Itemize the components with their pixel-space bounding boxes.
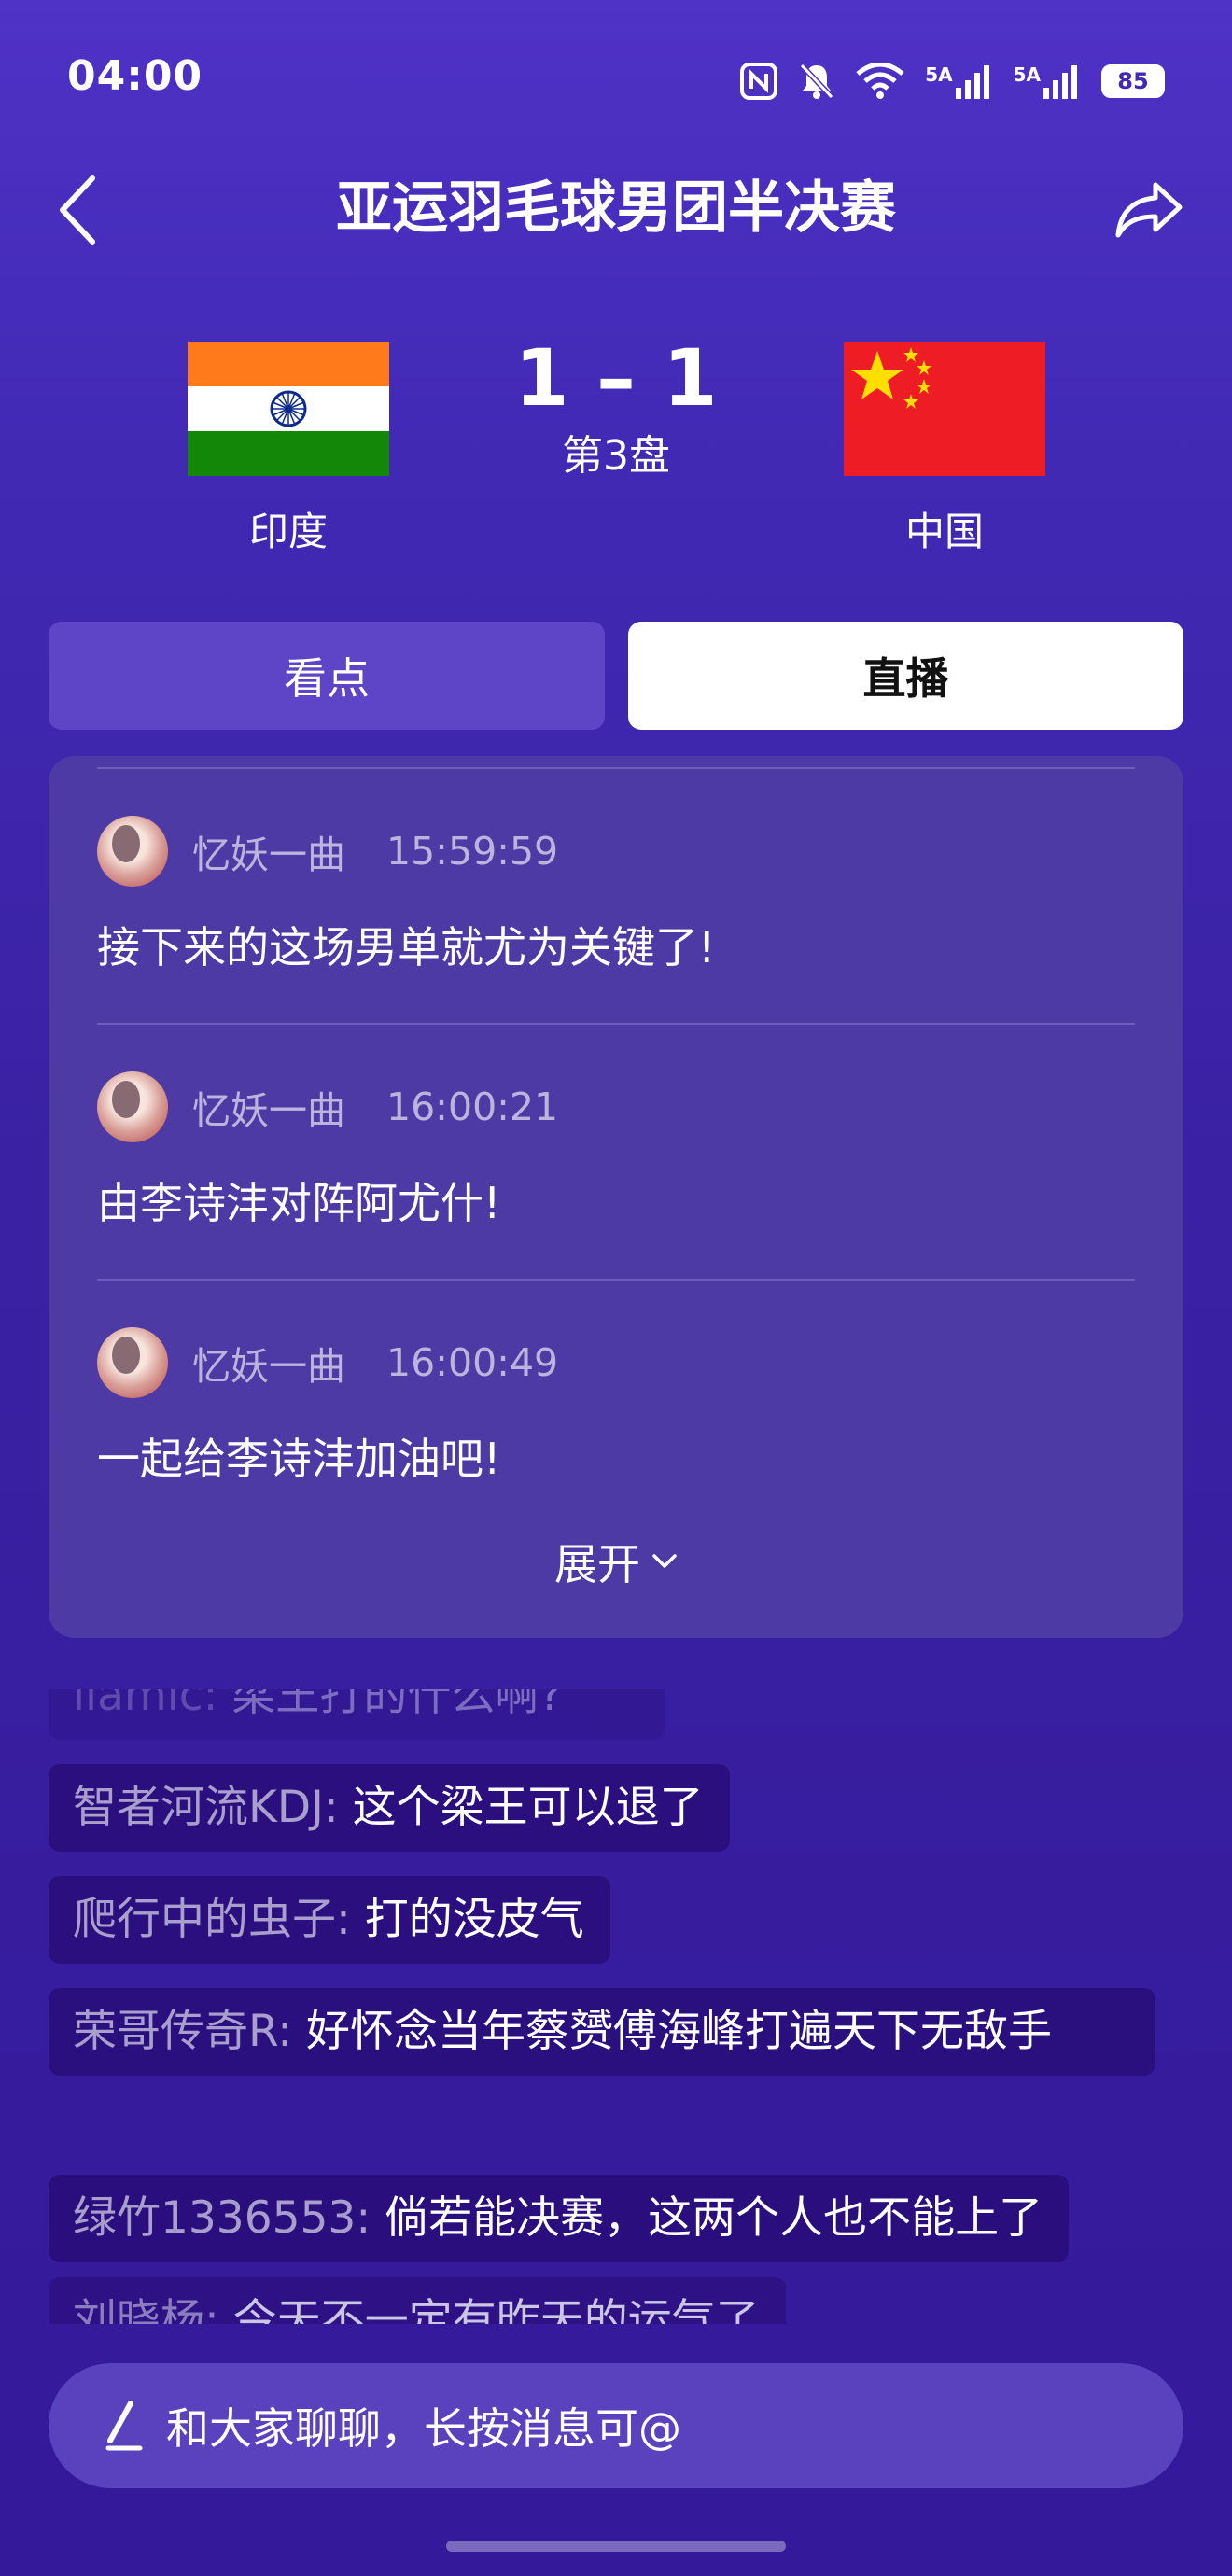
live-message[interactable]: 忆妖一曲 16:00:49 一起给李诗沣加油吧!	[97, 1325, 1135, 1485]
chevron-down-icon	[652, 1554, 677, 1568]
wifi-icon	[856, 63, 904, 99]
comment-item[interactable]: 智者河流KDJ: 这个梁王可以退了	[49, 1764, 730, 1852]
comment-text: 这个梁王可以退了	[352, 1782, 704, 1833]
signal-bars-icon	[955, 65, 989, 99]
live-message[interactable]: 忆妖一曲 15:59:59 接下来的这场男单就尤为关键了!	[97, 814, 1135, 973]
tab-highlights[interactable]: 看点	[49, 622, 605, 730]
avatar[interactable]	[97, 1327, 168, 1398]
india-flag	[188, 342, 389, 476]
team-right-name: 中国	[904, 509, 984, 554]
tab-live[interactable]: 直播	[628, 622, 1183, 730]
live-message[interactable]: 忆妖一曲 16:00:21 由李诗沣对阵阿尤什!	[97, 1070, 1135, 1229]
share-arrow-icon	[1115, 182, 1183, 238]
chat-input-placeholder: 和大家聊聊，长按消息可@	[166, 2403, 681, 2454]
match-score: 1 – 1	[514, 332, 718, 424]
signal-5a-2: 5A	[1014, 63, 1081, 99]
expand-label: 展开	[554, 1539, 640, 1589]
team-left-name: 印度	[248, 509, 328, 554]
comment-user: 绿竹1336553:	[73, 2192, 371, 2244]
message-text: 由李诗沣对阵阿尤什!	[97, 1178, 501, 1228]
comment-user: 刘晓杨:	[73, 2295, 219, 2324]
message-time: 15:59:59	[386, 829, 559, 874]
message-text: 接下来的这场男单就尤为关键了!	[97, 922, 716, 973]
mute-bell-icon	[800, 63, 834, 100]
page-title: 亚运羽毛球男团半决赛	[336, 175, 896, 241]
china-flag	[844, 342, 1045, 476]
avatar[interactable]	[97, 1071, 168, 1142]
expand-button[interactable]: 展开	[49, 1531, 1183, 1592]
comment-item[interactable]: 刘晓杨: 今天不一定有昨天的运气了	[49, 2277, 786, 2324]
comment-item[interactable]: 荣哥传奇R: 好怀念当年蔡赟傅海峰打遍天下无敌手	[49, 1988, 1155, 2076]
battery-icon: 85	[1101, 64, 1165, 98]
divider	[97, 1023, 1135, 1025]
message-time: 16:00:21	[386, 1085, 559, 1129]
comment-user: liamic:	[73, 1670, 218, 1721]
comment-text: 梁王打的什么啊?	[231, 1670, 563, 1721]
nfc-icon	[740, 63, 778, 100]
divider	[97, 1279, 1135, 1281]
game-label: 第3盘	[562, 432, 670, 480]
status-time: 04:00	[67, 52, 203, 100]
avatar[interactable]	[97, 816, 168, 887]
china-stars-icon	[851, 347, 931, 409]
comment-item[interactable]: 绿竹1336553: 倘若能决赛，这两个人也不能上了	[49, 2175, 1070, 2262]
message-user: 忆妖一曲	[192, 1088, 345, 1133]
comment-text: 好怀念当年蔡赟傅海峰打遍天下无敌手	[306, 2006, 1052, 2057]
signal-bars-icon	[1043, 65, 1077, 99]
comment-text: 打的没皮气	[364, 1894, 584, 1945]
chat-input[interactable]: 和大家聊聊，长按消息可@	[49, 2363, 1183, 2488]
message-time: 16:00:49	[386, 1340, 559, 1385]
share-button[interactable]	[1107, 168, 1191, 252]
comment-item[interactable]: 爬行中的虫子: 打的没皮气	[49, 1876, 610, 1964]
home-indicator[interactable]	[446, 2541, 786, 2552]
divider	[97, 767, 1135, 769]
status-icons: 5A 5A 85	[740, 58, 1165, 105]
comment-user: 荣哥传奇R:	[73, 2006, 293, 2057]
comment-item[interactable]: liamic: 梁王打的什么啊?	[49, 1670, 665, 1740]
message-user: 忆妖一曲	[192, 1344, 345, 1389]
signal-label: 5A	[925, 63, 953, 86]
pen-icon	[105, 2401, 143, 2451]
message-user: 忆妖一曲	[192, 833, 345, 877]
ashoka-chakra-icon	[270, 390, 307, 427]
live-commentary-card: 忆妖一曲 15:59:59 接下来的这场男单就尤为关键了! 忆妖一曲 16:00…	[49, 756, 1183, 1638]
comment-stream[interactable]: liamic: 梁王打的什么啊? 智者河流KDJ: 这个梁王可以退了 爬行中的虫…	[0, 1652, 1232, 2324]
battery-level: 85	[1101, 64, 1165, 98]
comment-text: 倘若能决赛，这两个人也不能上了	[385, 2192, 1043, 2244]
signal-label: 5A	[1013, 63, 1041, 86]
comment-text: 今天不一定有昨天的运气了	[232, 2295, 760, 2324]
comment-user: 智者河流KDJ:	[73, 1782, 339, 1833]
signal-5a-1: 5A	[925, 63, 992, 99]
message-text: 一起给李诗沣加油吧!	[97, 1434, 501, 1484]
comment-user: 爬行中的虫子:	[73, 1894, 351, 1945]
